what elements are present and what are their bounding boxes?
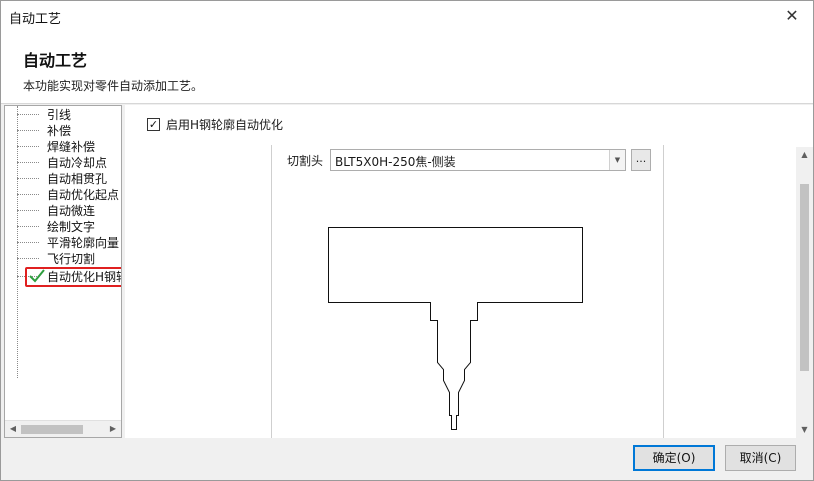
tree-item-auto-microjoint[interactable]: 自动微连	[5, 203, 121, 219]
tree-item-label: 绘制文字	[47, 220, 96, 234]
tree-item-label: 引线	[47, 108, 72, 122]
tree-item-label: 平滑轮廓向量	[47, 236, 120, 250]
tree-item-label: 自动相贯孔	[47, 172, 108, 186]
scroll-thumb[interactable]	[800, 184, 809, 371]
cut-head-select[interactable]: BLT5X0H-250焦-侧装 ▼	[330, 149, 626, 171]
h-beam-profile-diagram	[328, 227, 583, 430]
cancel-button[interactable]: 取消(C)	[725, 445, 796, 471]
chevron-down-icon[interactable]: ▼	[609, 150, 625, 170]
divider	[663, 145, 664, 438]
tree-item-label: 焊缝补偿	[47, 140, 96, 154]
settings-panel: ✓ 启用H钢轮廓自动优化 切割头 BLT5X0H-250焦-侧装 ▼ ... ▲…	[125, 105, 813, 438]
tree-item-label: 自动优化起点	[47, 188, 120, 202]
page-title: 自动工艺	[23, 51, 88, 70]
panel-vertical-scrollbar[interactable]: ▲ ▼	[796, 147, 813, 438]
scroll-left-icon[interactable]: ◀	[5, 421, 21, 437]
dialog-header: 自动工艺 本功能实现对零件自动添加工艺。	[1, 32, 813, 104]
tree-item-auto-intersect-hole[interactable]: 自动相贯孔	[5, 171, 121, 187]
window-title: 自动工艺	[9, 12, 62, 27]
tree-item-label: 飞行切割	[47, 252, 96, 266]
enable-checkbox[interactable]: ✓	[147, 118, 160, 131]
browse-button[interactable]: ...	[631, 149, 651, 171]
scroll-up-icon[interactable]: ▲	[796, 147, 813, 163]
scroll-down-icon[interactable]: ▼	[796, 422, 813, 438]
tree-item-smooth-contour[interactable]: 平滑轮廓向量	[5, 235, 121, 251]
tree-item-auto-optimize-start[interactable]: 自动优化起点	[5, 187, 121, 203]
ok-button[interactable]: 确定(O)	[633, 445, 715, 471]
scroll-right-icon[interactable]: ▶	[105, 421, 121, 437]
scroll-thumb[interactable]	[21, 425, 83, 434]
tree-item-weld-compensation[interactable]: 焊缝补偿	[5, 139, 121, 155]
enable-checkbox-label[interactable]: 启用H钢轮廓自动优化	[166, 117, 283, 133]
close-icon[interactable]: ✕	[781, 5, 803, 27]
process-tree[interactable]: 引线 补偿 焊缝补偿 自动冷却点 自动相贯孔 自动优化起点 自动微连 绘制文字	[4, 105, 122, 438]
divider	[271, 145, 272, 438]
title-bar: 自动工艺 ✕	[1, 1, 813, 32]
dialog-window: 自动工艺 ✕ 自动工艺 本功能实现对零件自动添加工艺。 引线 补偿 焊缝补偿 自…	[0, 0, 814, 481]
cut-head-label: 切割头	[287, 154, 324, 168]
tree-item-flying-cut[interactable]: 飞行切割	[5, 251, 121, 267]
tree-horizontal-scrollbar[interactable]: ◀ ▶	[5, 420, 121, 437]
tree-item-compensation[interactable]: 补偿	[5, 123, 121, 139]
tree-item-label: 自动冷却点	[47, 156, 108, 170]
tree-item-label: 补偿	[47, 124, 72, 138]
checkmark-icon	[29, 269, 45, 283]
tree-item-lead-line[interactable]: 引线	[5, 107, 121, 123]
tree-item-draw-text[interactable]: 绘制文字	[5, 219, 121, 235]
cut-head-value: BLT5X0H-250焦-侧装	[335, 155, 456, 169]
tree-item-auto-cooling-point[interactable]: 自动冷却点	[5, 155, 121, 171]
page-description: 本功能实现对零件自动添加工艺。	[23, 79, 204, 93]
tree-item-label: 自动微连	[47, 204, 96, 218]
